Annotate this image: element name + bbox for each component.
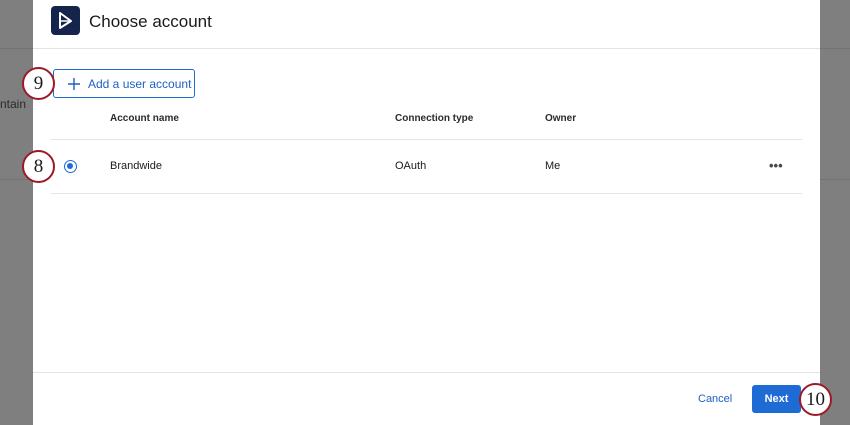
- callout-marker-10: 10: [799, 383, 832, 416]
- column-header-connection-type: Connection type: [395, 113, 474, 124]
- callout-marker-8: 8: [22, 150, 55, 183]
- add-user-account-label: Add a user account: [88, 76, 192, 91]
- account-radio[interactable]: [64, 160, 77, 173]
- connection-type-cell: OAuth: [395, 160, 427, 172]
- dialog-header: Choose account: [33, 0, 820, 49]
- cancel-button[interactable]: Cancel: [698, 393, 732, 405]
- dialog-footer-divider: [33, 372, 820, 373]
- column-header-owner: Owner: [545, 113, 577, 124]
- column-header-account-name: Account name: [110, 113, 179, 124]
- plus-icon: [68, 77, 80, 90]
- owner-cell: Me: [545, 160, 561, 172]
- next-button[interactable]: Next: [752, 385, 801, 413]
- account-name-cell: Brandwide: [110, 160, 162, 172]
- callout-marker-9: 9: [22, 67, 55, 100]
- add-user-account-button[interactable]: Add a user account: [53, 69, 195, 98]
- dialog-title: Choose account: [89, 12, 212, 31]
- choose-account-dialog: Choose account Add a user account Accoun…: [33, 0, 820, 425]
- table-divider: [51, 193, 802, 194]
- app-logo-icon: [51, 6, 80, 35]
- background-text: ntain: [0, 97, 27, 111]
- table-divider: [51, 139, 802, 140]
- more-options-icon[interactable]: •••: [769, 158, 783, 173]
